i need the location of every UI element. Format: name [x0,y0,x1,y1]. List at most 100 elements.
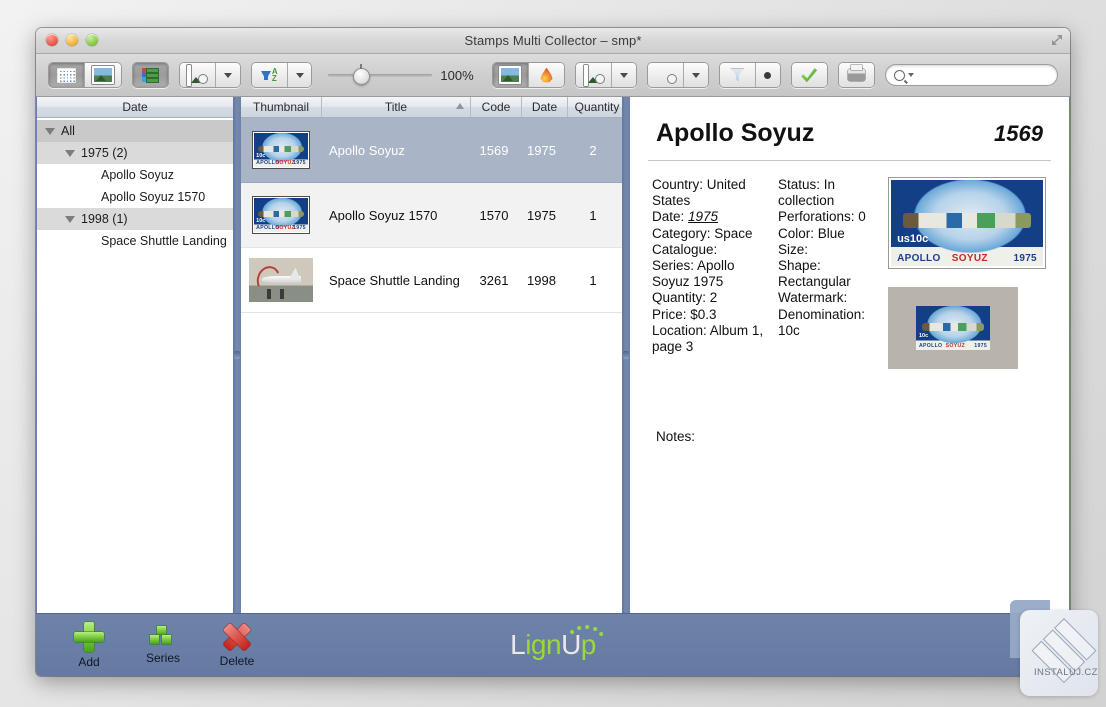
view-mode-segmented-control[interactable] [48,62,122,88]
image-settings-button[interactable] [179,63,217,87]
print-group[interactable] [837,62,876,88]
paint-button[interactable] [528,63,565,87]
table-row[interactable]: 10c APOLLO SOYUZ 1975 Apollo Soyuz 1569 1975… [241,118,622,183]
table-cell-date-text: 1975 [527,142,556,158]
zoom-slider[interactable] [328,64,433,85]
instaluj-watermark: INSTALUJ.CZ [1010,600,1106,707]
resize-grip-icon[interactable] [1049,32,1065,48]
sidebar-tree-item[interactable]: 1998 (1) [37,208,233,230]
table-column-header-label: Code [481,100,511,114]
sort-dropdown[interactable] [287,63,312,87]
app-window: Stamps Multi Collector – smp* A Z 100% D… [36,28,1070,676]
image-settings-dropdown[interactable] [216,63,240,87]
stamp-thumbnail: 10c APOLLO SOYUZ 1975 [252,196,310,234]
detail-title: Apollo Soyuz [656,119,815,147]
sort-group[interactable]: AZ [250,62,313,88]
sidebar-tree-item[interactable]: Space Shuttle Landing [37,230,233,252]
photo-view-button[interactable] [85,63,121,87]
title-bar: Stamps Multi Collector – smp* [36,28,1070,54]
table-column-header[interactable]: Quantity [568,97,626,117]
picture-gear-button[interactable] [576,63,613,87]
sort-button[interactable]: AZ [251,63,288,87]
color-gear-dropdown[interactable] [684,63,708,87]
close-button[interactable] [46,34,58,46]
stamp-thumbnail: 10c APOLLO SOYUZ 1975 [252,131,310,169]
color-gear-button[interactable] [647,63,685,87]
table-column-header[interactable]: Code [471,97,522,117]
detail-view-group[interactable] [131,62,169,88]
color-gear-group[interactable] [646,62,709,88]
search-field[interactable] [885,64,1058,86]
main-toolbar: AZ 100% [36,54,1070,97]
picture-button[interactable] [492,63,529,87]
disclosure-triangle-icon[interactable] [65,149,75,157]
zoom-slider-knob[interactable] [353,64,371,85]
maximize-button[interactable] [86,34,98,46]
validate-group[interactable] [790,62,828,88]
sidebar-panel: Date All 1975 (2) Apollo Soyuz Apollo Soyuz… [36,97,233,613]
table-column-header[interactable]: Date [522,97,568,117]
sidebar-splitter[interactable] [233,97,241,613]
table-column-header-label: Thumbnail [252,100,310,114]
picture-gear-dropdown[interactable] [612,63,636,87]
sidebar-tree-item[interactable]: Apollo Soyuz 1570 [37,186,233,208]
logo-part-2: ign [525,629,562,660]
table-header-row[interactable]: Thumbnail Title Code Date Quantity [241,97,622,118]
notes-label: Notes: [656,429,696,444]
disclosure-triangle-icon[interactable] [45,127,55,135]
grid-view-button[interactable] [49,63,86,87]
series-button[interactable]: Series [126,625,200,665]
table-row[interactable]: 10c APOLLO SOYUZ 1975 Apollo Soyuz 1570 157… [241,183,622,248]
detail-field: Price: $0.3 [652,306,717,322]
table-cell-title: Apollo Soyuz [321,118,469,182]
dot-icon [764,71,772,79]
paint-drop-icon [540,67,553,83]
sidebar-tree-item-label: Space Shuttle Landing [101,234,227,248]
list-detail-button[interactable] [132,63,168,87]
image-settings-group[interactable] [178,62,241,88]
table-body[interactable]: 10c APOLLO SOYUZ 1975 Apollo Soyuz 1569 1975… [241,118,622,613]
table-cell-code: 3261 [469,248,519,312]
series-icon [150,625,176,648]
validate-button[interactable] [791,63,827,87]
detail-field-date-value[interactable]: 1975 [688,209,718,224]
table-cell-date: 1998 [519,248,564,312]
table-column-header[interactable]: Thumbnail [241,97,322,117]
sort-az-icon: AZ [260,68,278,83]
table-cell-quantity: 1 [564,183,622,247]
filter-group[interactable] [718,62,781,88]
minimize-button[interactable] [66,34,78,46]
date-tree[interactable]: All 1975 (2) Apollo Soyuz Apollo Soyuz 1570… [37,118,233,613]
delete-button-label: Delete [219,653,255,668]
table-cell-thumbnail: 10c APOLLO SOYUZ 1975 [241,183,321,247]
splitter-handle-icon [623,351,629,359]
sidebar-tree-item[interactable]: Apollo Soyuz [37,164,233,186]
stamp-image-photo[interactable]: 10c APOLLO SOYUZ 1975 [888,287,1018,369]
sidebar-tree-item[interactable]: 1975 (2) [37,142,233,164]
sort-ascending-icon [456,103,464,109]
stamp-table-panel: Thumbnail Title Code Date Quantity 10c APOLL… [241,97,622,613]
table-column-header[interactable]: Title [322,97,471,117]
table-row[interactable]: Space Shuttle Landing 3261 1998 1 [241,248,622,313]
add-button[interactable]: Add [52,621,126,669]
filter-button[interactable] [719,63,757,87]
detail-field: Status: In collection [778,177,836,209]
table-cell-thumbnail: 10c APOLLO SOYUZ 1975 [241,118,321,182]
detail-fields-right-column: Status: In collection Perforations: 0 Colo… [778,177,888,369]
detail-code: 1569 [994,121,1043,146]
picture-paint-group[interactable] [491,62,566,88]
search-options-chevron-icon[interactable] [908,73,915,77]
disclosure-triangle-icon[interactable] [65,215,75,223]
detail-splitter[interactable] [622,97,630,613]
sidebar-tree-item[interactable]: All [37,120,233,142]
picture-gear-group[interactable] [575,62,637,88]
filter-dot-button[interactable] [756,63,780,87]
zoom-control[interactable]: 100% [328,64,474,85]
stamp-image-large[interactable]: us10c APOLLO SOYUZ 1975 [888,177,1046,269]
print-button[interactable] [838,63,875,87]
delete-button[interactable]: Delete [200,623,274,668]
table-cell-code-text: 3261 [479,272,509,288]
sidebar-column-header[interactable]: Date [37,97,233,118]
splitter-handle-icon [234,351,240,359]
chevron-down-icon [223,72,232,78]
